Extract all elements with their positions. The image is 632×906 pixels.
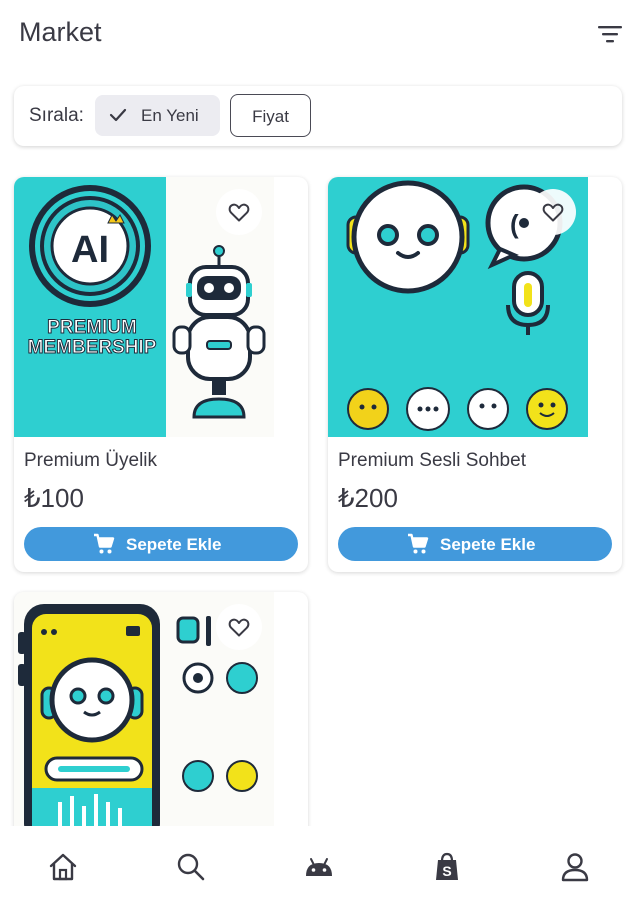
filter-button[interactable]: [596, 22, 624, 46]
sort-bar: Sırala: En Yeni Fiyat: [14, 86, 622, 146]
check-icon: [109, 108, 127, 122]
search-icon: [177, 853, 205, 881]
android-icon: [306, 858, 332, 876]
heart-outline-icon: [542, 203, 564, 222]
sort-chip-newest[interactable]: En Yeni: [95, 95, 220, 136]
nav-search[interactable]: [170, 850, 210, 890]
product-price: ₺100: [24, 483, 84, 513]
svg-text:(: (: [510, 209, 519, 239]
artwork-ai-text: AI: [71, 229, 109, 271]
nav-android[interactable]: [298, 850, 338, 890]
add-to-cart-button[interactable]: Sepete Ekle: [338, 527, 612, 561]
artwork-premium-text: PREMIUM: [47, 317, 137, 338]
home-icon: [49, 853, 77, 881]
sort-chip-price[interactable]: Fiyat: [230, 94, 311, 137]
app-header: Market: [0, 0, 632, 70]
favorite-button[interactable]: [530, 189, 576, 235]
product-card[interactable]: [14, 592, 308, 852]
cart-icon: [408, 533, 429, 554]
filter-list-icon: [598, 26, 622, 43]
artwork-membership-text: MEMBERSHIP: [28, 337, 157, 358]
sort-label: Sırala:: [29, 105, 84, 126]
product-price: ₺200: [338, 483, 398, 513]
page-title: Market: [19, 17, 102, 47]
nav-shop[interactable]: S: [426, 850, 466, 890]
nav-home[interactable]: [42, 850, 82, 890]
nav-profile[interactable]: [554, 850, 594, 890]
bottom-navigation: S: [0, 826, 632, 906]
profile-icon: [561, 853, 589, 882]
cart-icon: [94, 533, 115, 554]
shop-bag-icon: S: [436, 852, 458, 880]
product-title: Premium Üyelik: [24, 450, 158, 471]
product-card[interactable]: AI PREMIUM MEMBERSHIP Premium Üyelik ₺10…: [14, 177, 308, 572]
sort-chip-price-label: Fiyat: [252, 107, 289, 126]
add-to-cart-label: Sepete Ekle: [440, 535, 536, 554]
favorite-button[interactable]: [216, 189, 262, 235]
heart-outline-icon: [228, 618, 250, 637]
svg-text:S: S: [442, 863, 451, 879]
add-to-cart-label: Sepete Ekle: [126, 535, 222, 554]
heart-outline-icon: [228, 203, 250, 222]
add-to-cart-button[interactable]: Sepete Ekle: [24, 527, 298, 561]
sort-chip-newest-label: En Yeni: [141, 106, 199, 125]
favorite-button[interactable]: [216, 604, 262, 650]
product-card[interactable]: ( Premium Sesli Sohbet ₺200 Sepete Ekle: [328, 177, 622, 572]
product-title: Premium Sesli Sohbet: [338, 450, 526, 471]
